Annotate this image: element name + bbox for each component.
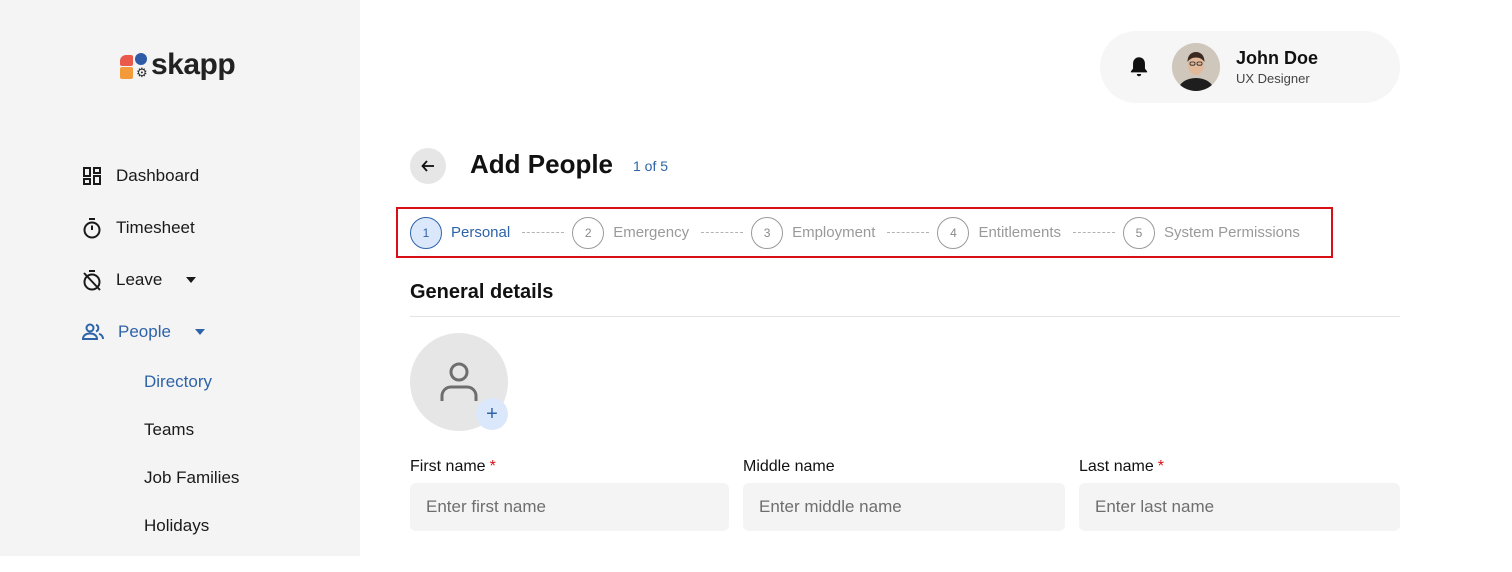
step-connector [701,232,744,233]
user-role: UX Designer [1236,71,1310,86]
user-menu[interactable]: John Doe UX Designer [1100,31,1400,103]
step-connector [522,232,565,233]
section-title: General details [410,281,554,303]
step-system-permissions[interactable]: 5 System Permissions [1123,216,1300,249]
sidebar-subitem-job-families[interactable]: Job Families [144,454,342,502]
sidebar-item-label: People [118,322,171,341]
user-name: John Doe [1236,48,1319,68]
sidebar-item-leave[interactable]: Leave [82,254,342,306]
first-name-input[interactable] [410,483,729,531]
step-emergency[interactable]: 2 Emergency [572,216,690,249]
avatar[interactable] [1172,43,1220,91]
middle-name-label: Middle name [743,458,835,475]
app-logo[interactable]: ⚙ skapp [120,48,236,82]
step-personal[interactable]: 1 Personal [410,216,511,249]
people-icon [82,323,104,340]
last-name-label: Last name * [1079,458,1164,476]
step-number: 2 [572,216,605,249]
first-name-label-text: First name [410,458,486,475]
chevron-down-icon [194,329,205,335]
sidebar-item-dashboard[interactable]: Dashboard [82,150,342,202]
sidebar: ⚙ skapp Dashboard Timesheet Leave People… [0,0,360,556]
sidebar-item-label: Dashboard [116,166,200,185]
logo-text: skapp [151,48,236,81]
middle-name-input[interactable] [743,483,1065,531]
back-button[interactable] [410,148,446,184]
step-label: System Permissions [1164,224,1300,241]
step-number: 3 [751,216,784,249]
step-connector [1073,232,1115,233]
sidebar-item-label: Timesheet [116,218,195,237]
page-title: Add People [470,149,614,179]
people-submenu: Directory Teams Job Families Holidays [82,358,342,550]
sidebar-subitem-holidays[interactable]: Holidays [144,502,342,550]
step-employment[interactable]: 3 Employment [751,216,876,249]
required-marker: * [489,458,496,475]
step-number: 4 [937,216,970,249]
step-number: 1 [410,216,442,249]
stepper: 1 Personal 2 Emergency 3 Employment 4 En… [396,207,1333,258]
step-entitlements[interactable]: 4 Entitlements [937,216,1061,249]
step-label: Employment [792,224,876,241]
add-photo-button[interactable]: + [476,398,508,430]
logo-mark-icon: ⚙ [120,51,148,79]
sidebar-item-label: Leave [116,270,163,289]
step-connector [887,232,930,233]
dashboard-icon [83,167,101,185]
last-name-input[interactable] [1079,483,1400,531]
step-number: 5 [1123,216,1155,249]
sidebar-subitem-teams[interactable]: Teams [144,406,342,454]
last-name-label-text: Last name [1079,458,1154,475]
user-placeholder-icon [440,362,478,401]
step-label: Entitlements [978,224,1061,241]
arrow-left-icon [421,160,434,172]
sidebar-subitem-directory[interactable]: Directory [144,358,342,406]
divider [410,316,1400,317]
leave-icon [83,270,101,291]
step-count: 1 of 5 [633,158,669,174]
step-label: Emergency [613,224,690,241]
stopwatch-icon [83,218,101,239]
first-name-label: First name * [410,458,496,476]
sidebar-nav: Dashboard Timesheet Leave People Directo… [82,150,342,550]
bell-icon[interactable] [1126,54,1152,80]
required-marker: * [1157,458,1164,475]
chevron-down-icon [186,277,197,283]
sidebar-item-people[interactable]: People [82,306,342,358]
step-label: Personal [451,224,511,241]
sidebar-item-timesheet[interactable]: Timesheet [82,202,342,254]
